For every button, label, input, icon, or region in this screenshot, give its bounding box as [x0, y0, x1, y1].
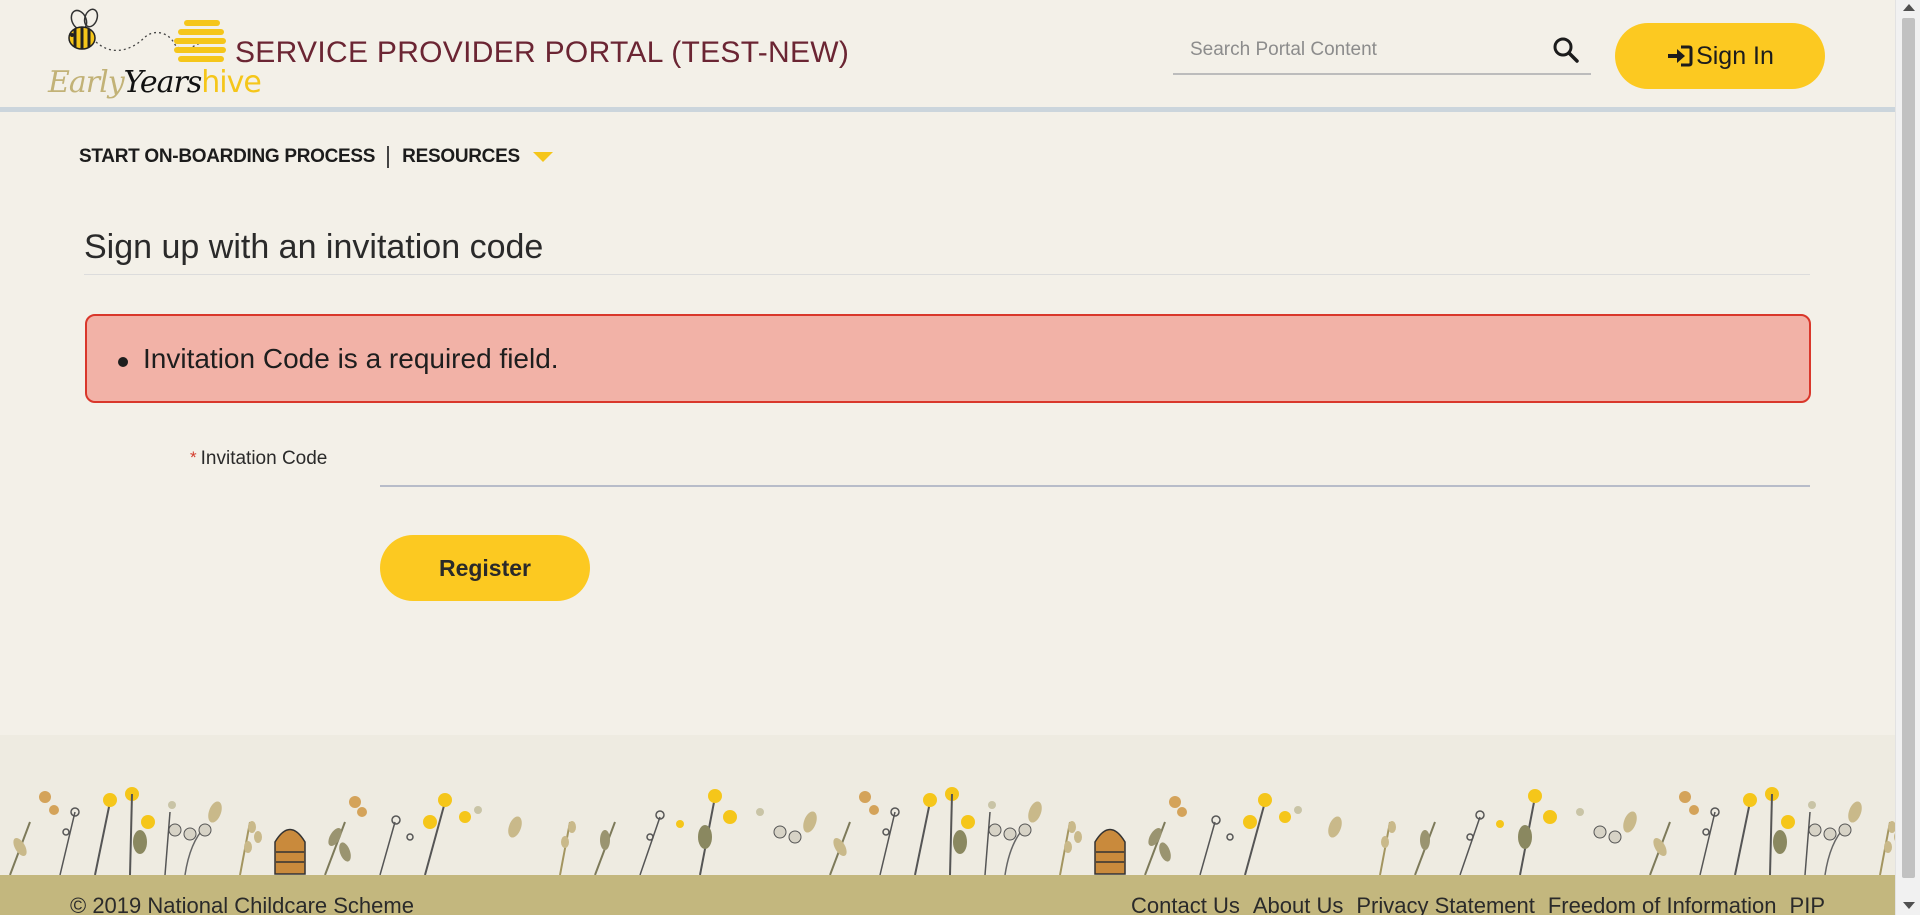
header: EarlyYearshive SERVICE PROVIDER PORTAL (…	[0, 0, 1895, 112]
scrollbar-thumb[interactable]	[1902, 18, 1915, 878]
logo-word-hive: hive	[201, 65, 262, 100]
search-input[interactable]	[1173, 28, 1543, 72]
main-nav: START ON-BOARDING PROCESS RESOURCES	[79, 142, 553, 172]
footer-links: Contact Us About Us Privacy Statement Fr…	[1118, 893, 1825, 915]
sign-in-button[interactable]: Sign In	[1615, 23, 1825, 89]
footer-link-about-us[interactable]: About Us	[1253, 893, 1344, 915]
invitation-code-input[interactable]	[380, 440, 1810, 487]
search-button[interactable]	[1551, 35, 1581, 65]
scroll-down-arrow-icon[interactable]	[1903, 902, 1915, 909]
page-title: Sign up with an invitation code	[84, 228, 544, 266]
error-message: Invitation Code is a required field.	[143, 343, 559, 374]
caret-down-icon	[532, 151, 553, 162]
logo-word-years: Years	[123, 65, 203, 100]
logo-word-early: Early	[48, 65, 125, 100]
scroll-up-arrow-icon[interactable]	[1903, 4, 1915, 11]
footer-link-pip[interactable]: PIP	[1790, 893, 1825, 915]
footer-link-freedom-of-information[interactable]: Freedom of Information	[1548, 893, 1777, 915]
flower-border-illustration	[9, 786, 1895, 875]
footer-link-contact-us[interactable]: Contact Us	[1131, 893, 1240, 915]
bee-icon	[68, 8, 226, 62]
invitation-code-label-text: Invitation Code	[200, 448, 328, 469]
invitation-code-label: * Invitation Code	[190, 448, 327, 470]
register-label: Register	[438, 554, 532, 581]
validation-summary: Invitation Code is a required field.	[85, 314, 1811, 403]
footer-link-privacy-statement[interactable]: Privacy Statement	[1356, 893, 1535, 915]
bullet-icon	[118, 357, 128, 367]
logo-text: EarlyYearshive	[48, 62, 262, 100]
nav-item-start-onboarding[interactable]: START ON-BOARDING PROCESS	[79, 146, 375, 168]
register-button[interactable]: Register	[380, 535, 590, 601]
nav-item-resources[interactable]: RESOURCES	[402, 146, 553, 168]
search-box	[1173, 28, 1591, 75]
nav-separator	[387, 146, 390, 168]
portal-title: SERVICE PROVIDER PORTAL (TEST-NEW)	[235, 36, 850, 69]
copyright-text: © 2019 National Childcare Scheme	[70, 893, 414, 915]
required-marker: *	[190, 448, 197, 467]
sign-in-icon	[1668, 45, 1693, 67]
page: EarlyYearshive SERVICE PROVIDER PORTAL (…	[0, 0, 1895, 915]
search-icon	[1553, 37, 1579, 63]
early-years-hive-logo[interactable]: EarlyYearshive	[44, 8, 262, 100]
sign-in-label: Sign In	[1696, 41, 1774, 70]
footer-bar: © 2019 National Childcare Scheme Contact…	[0, 875, 1895, 915]
vertical-scrollbar[interactable]	[1895, 0, 1920, 915]
nav-item-resources-label: RESOURCES	[402, 146, 520, 167]
title-divider	[84, 274, 1810, 275]
